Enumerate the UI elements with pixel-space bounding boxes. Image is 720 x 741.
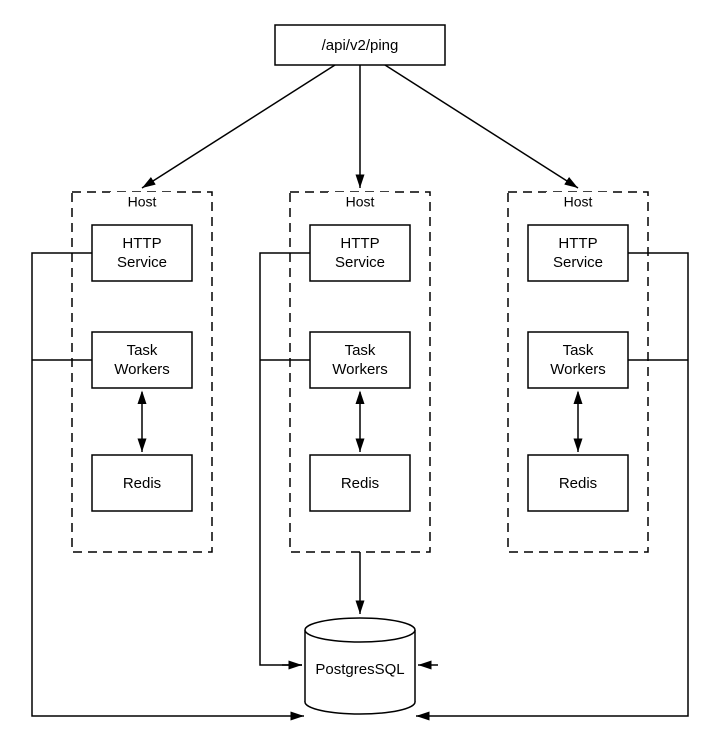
task-line2-0: Workers [114, 361, 170, 378]
task-line1-0: Task [127, 342, 158, 359]
http-line2-0: Service [117, 254, 167, 271]
task-line1-1: Task [345, 342, 376, 359]
http-line2-1: Service [335, 254, 385, 271]
redis-label-2: Redis [559, 475, 597, 492]
http-line1-1: HTTP [340, 235, 379, 252]
architecture-diagram: /api/v2/ping Host HTTP Service Task Work… [0, 0, 720, 741]
task-line1-2: Task [563, 342, 594, 359]
task-line2-2: Workers [550, 361, 606, 378]
http-line2-2: Service [553, 254, 603, 271]
host-container-0: Host HTTP Service Task Workers Redis [72, 192, 212, 552]
http-line1-2: HTTP [558, 235, 597, 252]
arrow-entry-host-0 [142, 65, 335, 188]
arrow-entry-host-2 [385, 65, 578, 188]
host-label-2: Host [564, 194, 593, 210]
entry-label: /api/v2/ping [322, 37, 399, 54]
redis-label-1: Redis [341, 475, 379, 492]
task-line2-1: Workers [332, 361, 388, 378]
redis-label-0: Redis [123, 475, 161, 492]
host-container-1: Host HTTP Service Task Workers Redis [290, 192, 430, 552]
host-label-1: Host [346, 194, 375, 210]
line-http1-to-db [260, 253, 310, 665]
host-container-2: Host HTTP Service Task Workers Redis [508, 192, 648, 552]
http-line1-0: HTTP [122, 235, 161, 252]
host-label-0: Host [128, 194, 157, 210]
database-cylinder: PostgresSQL [305, 618, 415, 714]
entry-box: /api/v2/ping [275, 25, 445, 65]
db-label: PostgresSQL [315, 661, 404, 678]
